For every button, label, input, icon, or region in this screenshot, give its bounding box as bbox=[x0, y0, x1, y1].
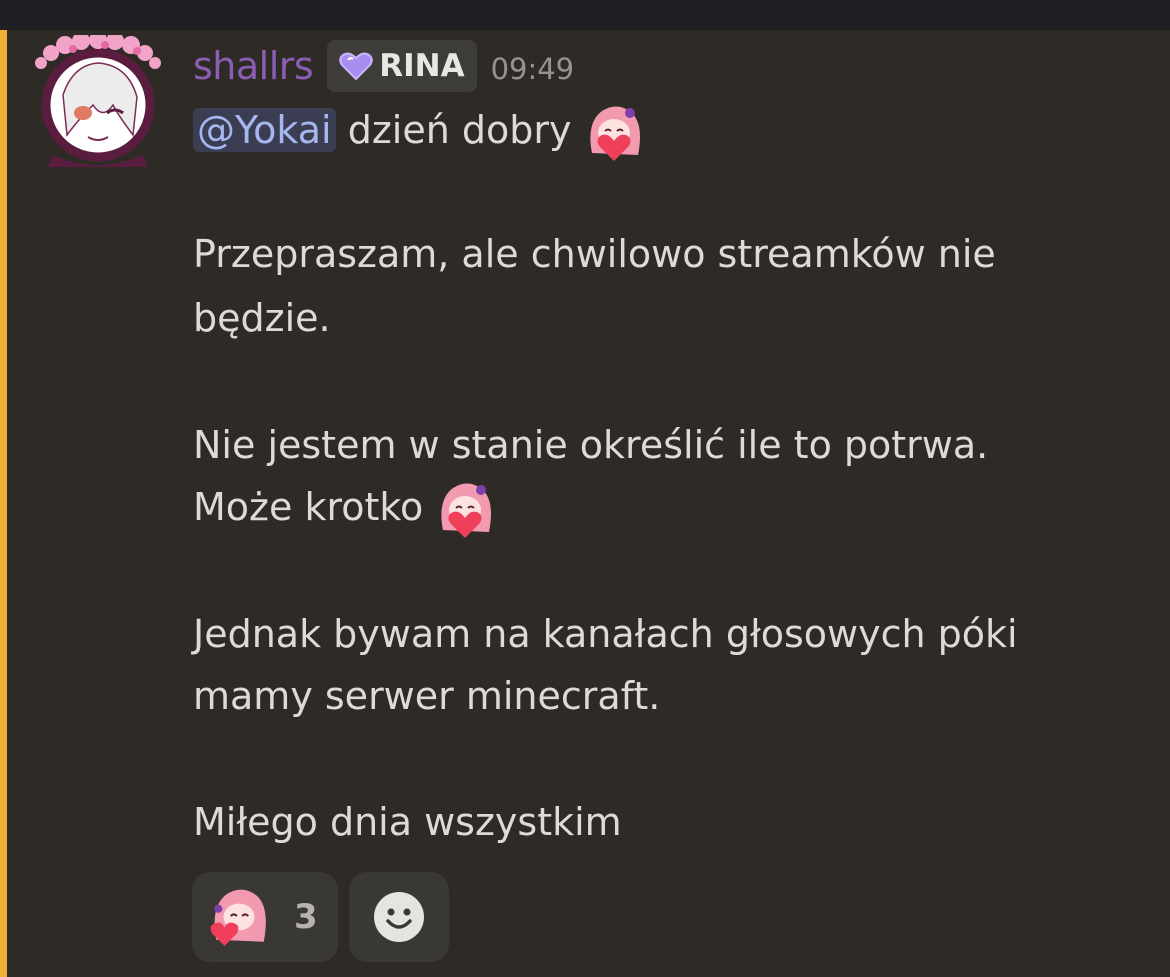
author-username[interactable]: shallrs bbox=[193, 44, 314, 88]
anime-girl-heart-emoji bbox=[210, 889, 266, 946]
message-line: będzie. bbox=[193, 296, 331, 340]
message-header: shallrs RINA 09:49 bbox=[193, 36, 574, 96]
anime-girl-heart-emoji bbox=[441, 482, 492, 538]
add-reaction-button[interactable] bbox=[349, 872, 449, 962]
chat-message[interactable]: shallrs RINA 09:49 @Yokai dzień dobry Pr… bbox=[0, 30, 1170, 977]
message-text: Może krotko bbox=[193, 485, 424, 529]
message-line: Może krotko bbox=[193, 475, 497, 540]
message-line: Jednak bywam na kanałach głosowych póki bbox=[193, 612, 1018, 656]
anime-girl-heart-emoji bbox=[589, 105, 640, 161]
top-bar bbox=[0, 0, 1170, 30]
message-line: mamy serwer minecraft. bbox=[193, 674, 661, 718]
purple-heart-icon bbox=[339, 52, 373, 81]
reaction-button[interactable]: 3 bbox=[192, 872, 338, 962]
message-timestamp[interactable]: 09:49 bbox=[491, 46, 575, 86]
user-mention[interactable]: @Yokai bbox=[193, 108, 336, 152]
mention-highlight-bar bbox=[0, 30, 7, 977]
role-tag-label: RINA bbox=[379, 48, 465, 84]
message-line: Nie jestem w stanie określić ile to potr… bbox=[193, 423, 989, 467]
message-line: Przepraszam, ale chwilowo streamków nie bbox=[193, 232, 996, 276]
message-line: Miłego dnia wszystkim bbox=[193, 800, 622, 844]
message-line: @Yokai dzień dobry bbox=[193, 98, 646, 163]
smiley-face-icon bbox=[374, 892, 424, 942]
reaction-count: 3 bbox=[294, 897, 318, 937]
role-tag[interactable]: RINA bbox=[327, 40, 477, 92]
message-text: dzień dobry bbox=[347, 108, 572, 152]
avatar[interactable] bbox=[33, 35, 163, 170]
